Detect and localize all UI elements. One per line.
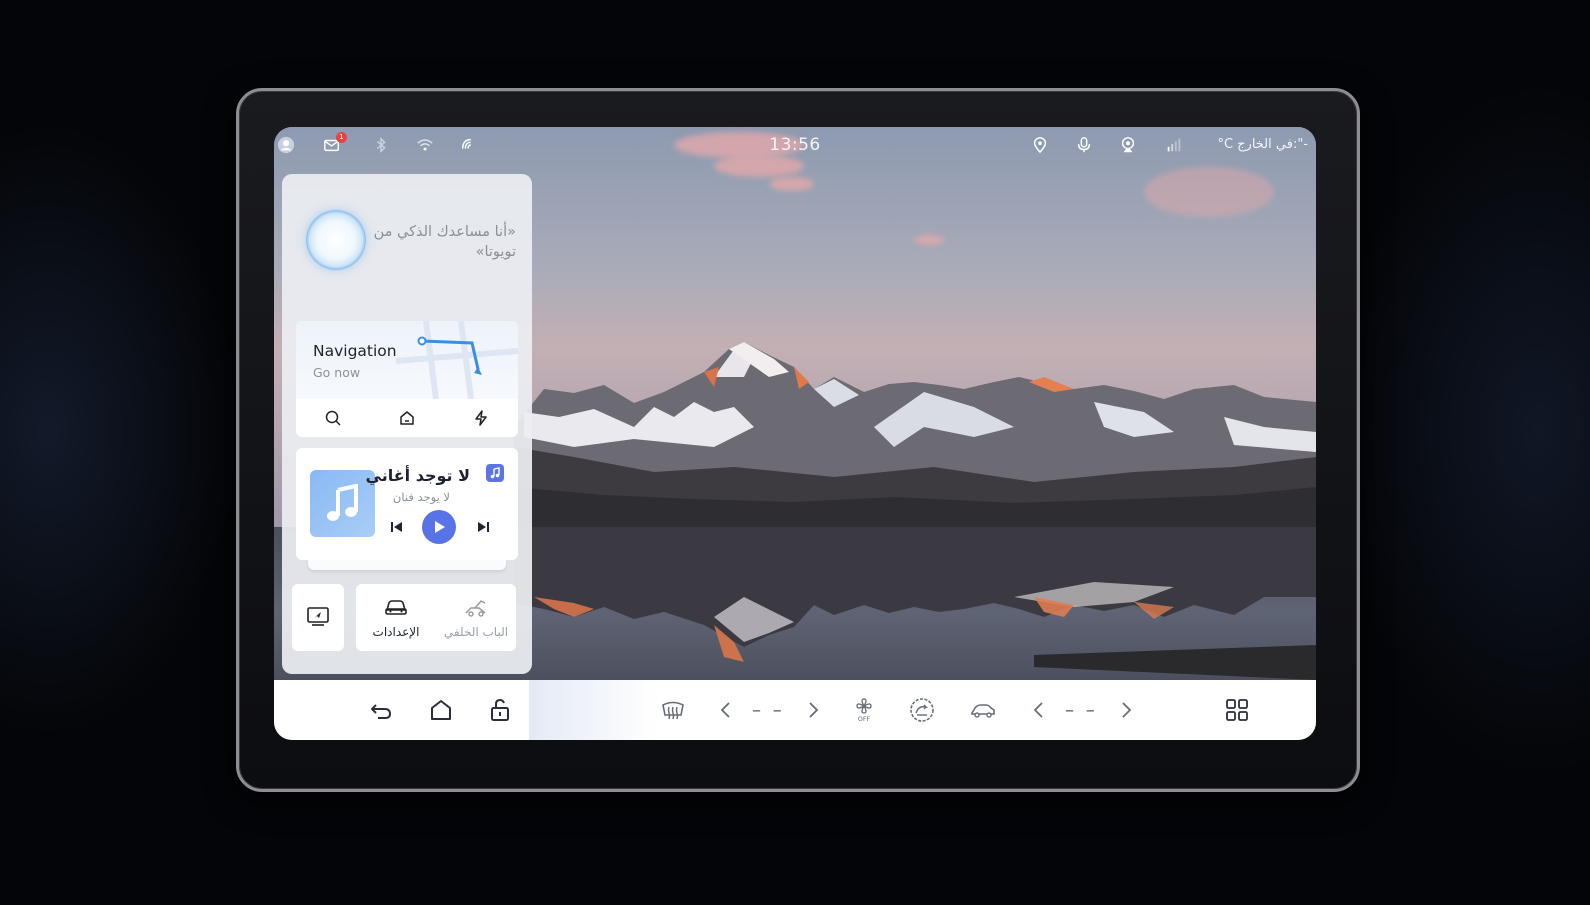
settings-label: الإعدادات xyxy=(372,625,420,639)
song-artist: لا يوجد فنان xyxy=(392,490,450,504)
chevron-right-icon[interactable] xyxy=(1111,695,1141,725)
widget-panel: «أنا مساعدك الذكي من تويوتا» Navigation … xyxy=(282,174,532,674)
app-grid-icon[interactable] xyxy=(1222,695,1252,725)
clock: 13:56 xyxy=(769,135,821,155)
navigation-card[interactable]: Navigation Go now xyxy=(296,321,518,437)
fan-status-label: OFF xyxy=(858,715,871,723)
route-line-icon xyxy=(395,321,518,400)
ambient-glow-left xyxy=(0,120,240,740)
unlock-icon[interactable] xyxy=(485,695,515,725)
rear-door-button[interactable]: الباب الخلفي xyxy=(436,584,516,651)
settings-button[interactable]: الإعدادات xyxy=(356,584,436,651)
chevron-left-icon[interactable] xyxy=(1024,695,1054,725)
media-card[interactable]: لا توجد أغاني لا يوجد فنان xyxy=(296,448,518,560)
tailgate-icon xyxy=(463,598,489,622)
car-climate-icon[interactable] xyxy=(968,695,998,725)
screen-mirror-tile[interactable] xyxy=(292,584,344,651)
signal-icon xyxy=(1164,135,1184,155)
quick-actions-tile: الإعدادات الباب الخلفي xyxy=(356,584,516,651)
fan-off-icon[interactable]: OFF xyxy=(849,695,879,725)
song-title: لا توجد أغاني xyxy=(365,466,470,485)
driver-temperature: – – xyxy=(752,700,785,721)
chevron-left-icon[interactable] xyxy=(711,695,741,725)
previous-icon[interactable] xyxy=(388,510,406,544)
home-icon[interactable] xyxy=(397,408,417,428)
home-icon[interactable] xyxy=(426,695,456,725)
ambient-glow-right xyxy=(1330,80,1590,780)
status-bar: 1 13:56 °C في الخارج:"- xyxy=(274,127,1316,163)
navigation-title: Navigation xyxy=(313,342,397,360)
music-app-icon[interactable] xyxy=(486,464,504,482)
screen-share-icon xyxy=(306,606,330,632)
rear-door-label: الباب الخلفي xyxy=(443,625,509,639)
microphone-icon[interactable] xyxy=(1074,135,1094,155)
passenger-temperature: – – xyxy=(1065,700,1098,721)
dock-gradient xyxy=(529,680,659,740)
bottom-dock: – – OFF – – xyxy=(274,680,1316,740)
play-icon[interactable] xyxy=(422,510,456,544)
voice-assistant-card[interactable]: «أنا مساعدك الذكي من تويوتا» xyxy=(282,174,532,314)
chevron-right-icon[interactable] xyxy=(798,695,828,725)
next-icon[interactable] xyxy=(474,510,492,544)
assistant-greeting: «أنا مساعدك الذكي من تويوتا» xyxy=(373,224,516,260)
navigation-actions xyxy=(296,399,518,437)
search-icon[interactable] xyxy=(323,408,343,428)
infotainment-screen: 1 13:56 °C في الخارج:"- «أنا مساعدك الذك… xyxy=(274,127,1316,740)
location-icon[interactable] xyxy=(1030,135,1050,155)
assistant-orb-icon[interactable] xyxy=(306,210,366,270)
camera-icon[interactable] xyxy=(1118,135,1138,155)
recirculation-icon[interactable] xyxy=(907,695,937,725)
navigation-subtitle[interactable]: Go now xyxy=(313,365,360,380)
navigation-map-preview xyxy=(296,321,518,400)
car-settings-icon xyxy=(383,598,409,622)
outside-temperature: °C في الخارج:"- xyxy=(1217,137,1308,152)
charging-icon[interactable] xyxy=(471,408,491,428)
rear-defrost-icon[interactable] xyxy=(658,695,688,725)
back-icon[interactable] xyxy=(366,695,396,725)
